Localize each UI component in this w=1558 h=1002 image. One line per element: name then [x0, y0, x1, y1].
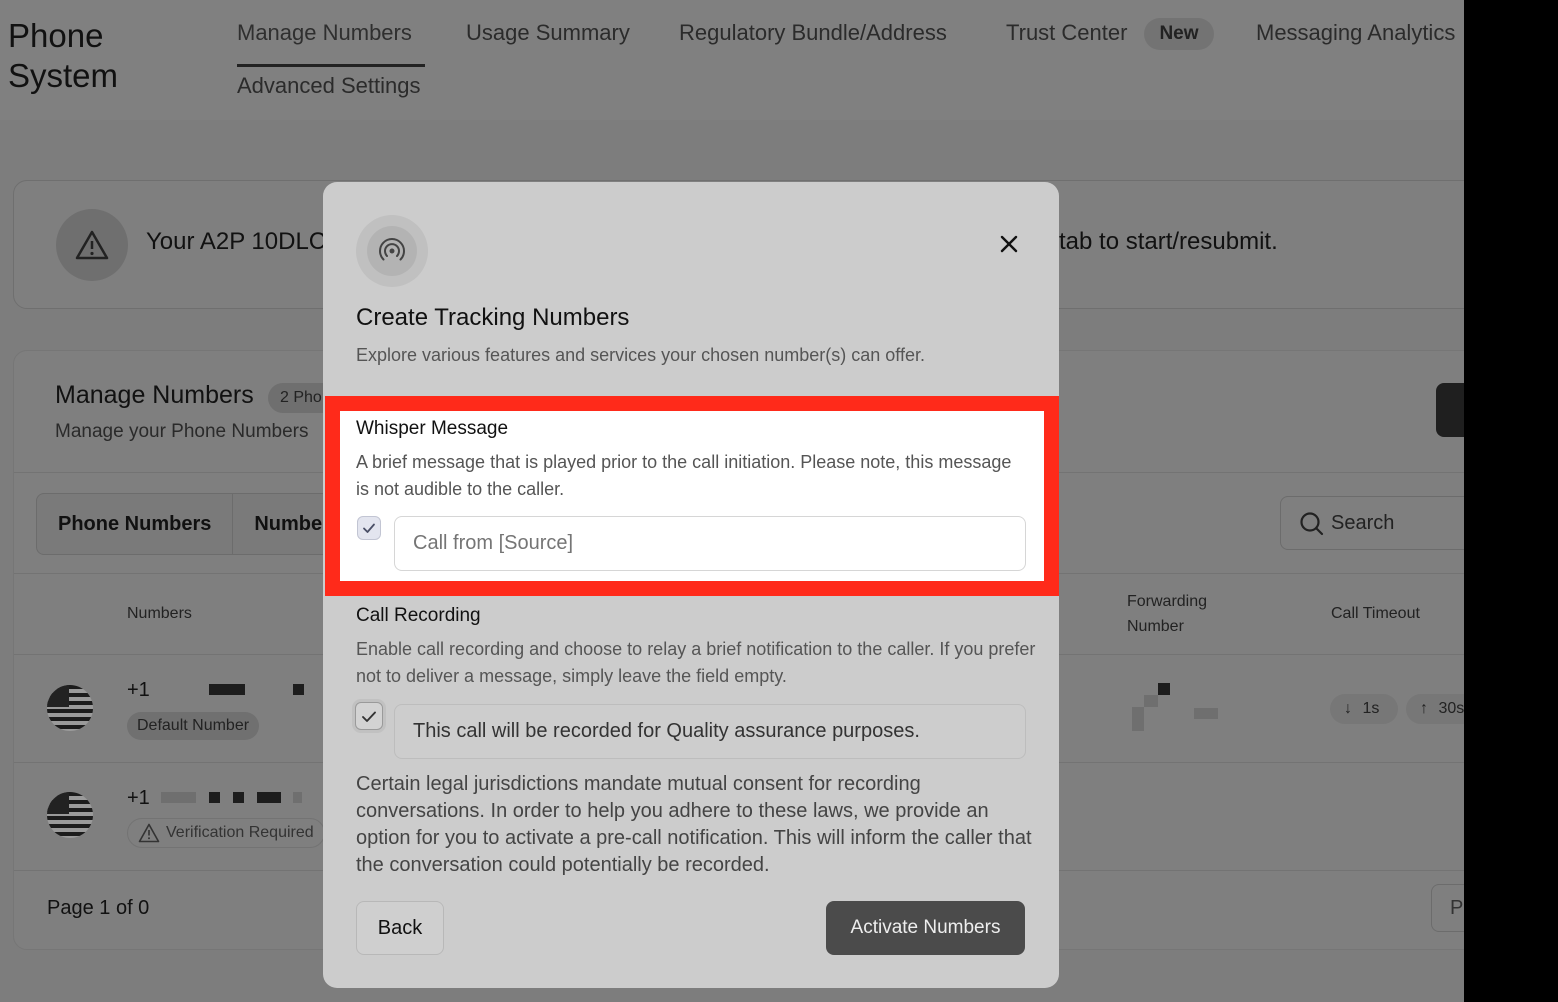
active-tab-indicator	[237, 64, 425, 67]
redacted-number	[161, 792, 196, 803]
pagination-label: Page 1 of 0	[47, 897, 150, 919]
verification-required-chip: Verification Required	[127, 818, 325, 848]
create-tracking-numbers-modal: Create Tracking Numbers Explore various …	[323, 182, 1059, 988]
default-number-chip: Default Number	[127, 712, 260, 740]
phone-number-prefix: +1	[127, 787, 150, 809]
redacted-forwarding	[1132, 707, 1144, 731]
call-recording-checkbox[interactable]	[355, 702, 383, 730]
search-input[interactable]: Search	[1280, 496, 1464, 550]
tab-usage-summary[interactable]: Usage Summary	[466, 20, 630, 46]
view-segmented-control: Phone Numbers Number	[36, 493, 352, 555]
redacted-number	[293, 792, 302, 803]
redacted-number	[233, 792, 244, 803]
top-nav: Phone System Manage Numbers Usage Summar…	[0, 0, 1464, 120]
check-icon	[363, 523, 375, 533]
window-edge	[1464, 0, 1558, 1002]
app-title-line2: System	[8, 57, 119, 94]
arrow-up-icon: ↑	[1420, 700, 1428, 717]
close-button[interactable]	[995, 230, 1023, 258]
section-title: Manage Numbers	[55, 381, 254, 409]
timeout-down-chip: ↓ 1s	[1330, 694, 1398, 724]
new-badge: New	[1144, 18, 1214, 50]
tab-advanced-settings[interactable]: Advanced Settings	[237, 73, 420, 99]
redacted-number	[209, 792, 220, 803]
arrow-down-icon: ↓	[1344, 700, 1352, 717]
column-forwarding-number: Forwarding Number	[1127, 589, 1207, 639]
add-number-button[interactable]	[1436, 383, 1464, 437]
whisper-message-section: Whisper Message A brief message that is …	[340, 411, 1044, 581]
timeout-up-value: 30s	[1438, 700, 1464, 717]
close-icon	[1000, 235, 1018, 253]
column-forwarding-line2: Number	[1127, 618, 1184, 635]
call-recording-message-input[interactable]	[394, 704, 1026, 759]
app-title-line1: Phone	[8, 17, 104, 54]
tab-regulatory-bundle[interactable]: Regulatory Bundle/Address	[679, 20, 947, 46]
back-button[interactable]: Back	[356, 901, 444, 955]
modal-icon	[356, 215, 428, 287]
warning-icon	[56, 209, 128, 281]
search-placeholder: Search	[1331, 512, 1395, 534]
column-forwarding-line1: Forwarding	[1127, 593, 1208, 610]
redacted-forwarding	[1144, 695, 1158, 707]
warning-icon	[138, 823, 160, 843]
verification-required-label: Verification Required	[166, 824, 314, 841]
whisper-message-input[interactable]	[394, 516, 1026, 571]
column-numbers: Numbers	[127, 605, 192, 622]
activate-numbers-button[interactable]: Activate Numbers	[826, 901, 1025, 955]
call-recording-description: Enable call recording and choose to rela…	[356, 639, 1036, 686]
timeout-down-value: 1s	[1362, 700, 1380, 717]
redacted-number	[209, 684, 245, 695]
legal-notice: Certain legal jurisdictions mandate mutu…	[356, 773, 1032, 876]
us-flag-icon	[47, 685, 93, 731]
check-icon	[362, 711, 376, 722]
search-icon	[1300, 512, 1324, 536]
redacted-number	[257, 792, 281, 803]
redacted-forwarding	[1158, 683, 1170, 695]
broadcast-icon	[379, 238, 405, 261]
phone-number-prefix: +1	[127, 679, 150, 701]
tab-messaging-analytics[interactable]: Messaging Analytics	[1256, 20, 1455, 46]
call-recording-title: Call Recording	[356, 605, 481, 626]
modal-title: Create Tracking Numbers	[356, 304, 630, 331]
redacted-number	[293, 684, 304, 695]
whisper-message-checkbox[interactable]	[357, 516, 381, 540]
timeout-up-chip: ↑ 30s	[1406, 694, 1464, 724]
whisper-message-highlight: Whisper Message A brief message that is …	[325, 396, 1059, 596]
previous-page-button[interactable]: Pr	[1431, 884, 1464, 932]
banner-text: Your A2P 10DLC	[146, 228, 327, 255]
modal-subtitle: Explore various features and services yo…	[356, 345, 925, 365]
banner-text-end: tab to start/resubmit.	[1059, 228, 1278, 255]
whisper-message-title: Whisper Message	[356, 418, 509, 439]
whisper-message-description: A brief message that is played prior to …	[356, 452, 1012, 499]
app-title: Phone System	[8, 16, 118, 96]
segment-phone-numbers[interactable]: Phone Numbers	[37, 494, 234, 554]
section-subtitle: Manage your Phone Numbers	[55, 421, 309, 442]
us-flag-icon	[47, 792, 93, 838]
redacted-forwarding	[1194, 708, 1218, 719]
tab-trust-center[interactable]: Trust Center	[1006, 20, 1127, 46]
column-call-timeout: Call Timeout	[1331, 605, 1420, 622]
tab-manage-numbers[interactable]: Manage Numbers	[237, 20, 412, 46]
